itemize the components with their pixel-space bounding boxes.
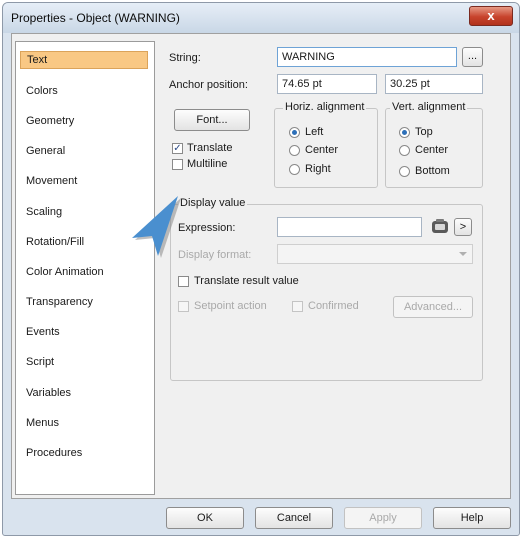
sidebar-item-label: Color Animation [26,266,104,278]
sidebar-item-scaling[interactable]: Scaling [20,203,148,221]
horiz-right-label: Right [305,163,331,175]
sidebar-item-colors[interactable]: Colors [20,82,148,100]
chevron-down-icon [459,252,467,256]
sidebar-item-label: Procedures [26,447,83,459]
apply-button[interactable]: Apply [344,507,422,529]
display-value-title: Display value [178,197,248,209]
sidebar-item-text[interactable]: Text [20,51,148,69]
sidebar-item-label: Colors [26,85,58,97]
translate-result-checkbox[interactable] [178,276,189,287]
string-browse-button[interactable]: ... [462,47,483,67]
sidebar-item-rotation-fill[interactable]: Rotation/Fill [20,233,148,251]
translate-checkbox[interactable]: ✓ [172,143,183,154]
expression-input[interactable] [277,217,422,237]
sidebar-item-label: Rotation/Fill [26,236,85,248]
property-category-list: Text Colors Geometry General Movement Sc… [15,41,155,495]
sidebar-item-movement[interactable]: Movement [20,172,148,190]
mouse-pointer-icon [132,196,181,258]
sidebar-item-events[interactable]: Events [20,323,148,341]
sidebar-item-label: Menus [26,417,60,429]
ellipsis-icon: ... [467,50,478,62]
confirmed-checkbox[interactable] [292,301,303,312]
sidebar-item-label: Script [26,356,55,368]
string-label: String: [169,52,201,64]
setpoint-action-checkbox[interactable] [178,301,189,312]
vert-center-label: Center [415,144,449,156]
vert-center-radio[interactable] [399,145,410,156]
help-button[interactable]: Help [433,507,511,529]
sidebar-item-variables[interactable]: Variables [20,384,148,402]
sidebar-item-label: Movement [26,175,78,187]
variable-picker-icon [432,219,448,233]
dialog-body: Text Colors Geometry General Movement Sc… [11,33,511,499]
string-input[interactable]: WARNING [277,47,457,67]
horiz-center-radio[interactable] [289,145,300,156]
horiz-alignment-title: Horiz. alignment [283,101,367,113]
ok-button[interactable]: OK [166,507,244,529]
multiline-label: Multiline [187,158,228,170]
close-button[interactable]: x [469,6,513,26]
display-format-label: Display format: [178,249,252,261]
expression-arrow-button[interactable]: > [454,218,472,236]
translate-result-label: Translate result value [194,275,299,287]
anchor-position-label: Anchor position: [169,79,248,91]
sidebar-item-label: Scaling [26,206,63,218]
confirmed-label: Confirmed [308,300,359,312]
anchor-y-input[interactable]: 30.25 pt [385,74,483,94]
horiz-center-label: Center [305,144,339,156]
horiz-right-radio[interactable] [289,164,300,175]
checkmark-icon: ✓ [173,143,182,154]
multiline-checkbox[interactable] [172,159,183,170]
sidebar-item-label: Variables [26,387,72,399]
vert-bottom-radio[interactable] [399,166,410,177]
properties-dialog: Properties - Object (WARNING) x Text Col… [2,2,520,536]
vert-top-label: Top [415,126,433,138]
chevron-right-icon: > [459,221,467,233]
horiz-left-radio[interactable] [289,127,300,138]
sidebar-item-label: Geometry [26,115,75,127]
sidebar-item-label: Text [27,54,48,66]
sidebar-item-label: General [26,145,66,157]
sidebar-item-label: Transparency [26,296,93,308]
vert-bottom-label: Bottom [415,165,450,177]
variable-picker-button[interactable] [430,217,450,237]
sidebar-item-label: Events [26,326,60,338]
horiz-left-label: Left [305,126,324,138]
window-title: Properties - Object (WARNING) [11,11,180,25]
display-format-select[interactable] [277,244,473,264]
close-icon: x [487,8,495,23]
cancel-button[interactable]: Cancel [255,507,333,529]
sidebar-item-general[interactable]: General [20,142,148,160]
vert-alignment-title: Vert. alignment [390,101,468,113]
vert-top-radio[interactable] [399,127,410,138]
setpoint-action-label: Setpoint action [194,300,267,312]
sidebar-item-transparency[interactable]: Transparency [20,293,148,311]
advanced-button[interactable]: Advanced... [393,296,473,318]
sidebar-item-color-animation[interactable]: Color Animation [20,263,148,281]
translate-label: Translate [187,142,233,154]
sidebar-item-procedures[interactable]: Procedures [20,444,148,462]
sidebar-item-geometry[interactable]: Geometry [20,112,148,130]
sidebar-item-script[interactable]: Script [20,353,148,371]
title-bar: Properties - Object (WARNING) x [3,3,519,33]
sidebar-item-menus[interactable]: Menus [20,414,148,432]
font-button[interactable]: Font... [174,109,250,131]
anchor-x-input[interactable]: 74.65 pt [277,74,377,94]
